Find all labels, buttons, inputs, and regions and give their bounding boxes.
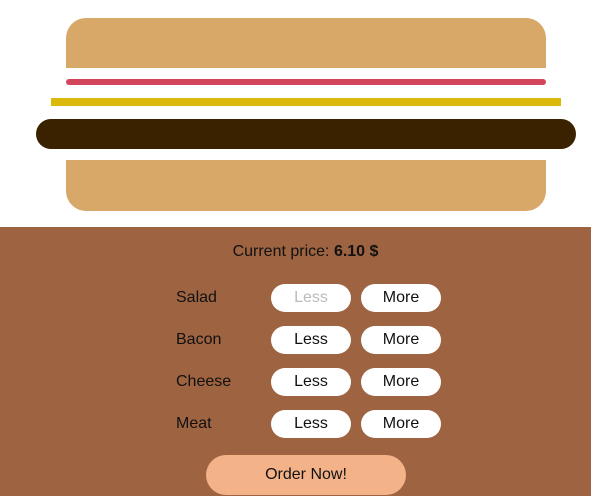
less-cheese-button[interactable]: Less bbox=[271, 368, 351, 396]
less-salad-button[interactable]: Less bbox=[271, 284, 351, 312]
ingredient-label: Meat bbox=[176, 415, 212, 432]
ingredient-row-bacon: Bacon Less More bbox=[176, 325, 456, 355]
salad-layer bbox=[66, 79, 546, 85]
more-meat-button[interactable]: More bbox=[361, 410, 441, 438]
bread-top bbox=[66, 18, 546, 68]
ingredient-label: Cheese bbox=[176, 373, 232, 390]
bread-bottom bbox=[66, 160, 546, 211]
ingredient-row-meat: Meat Less More bbox=[176, 409, 456, 439]
ingredient-label: Salad bbox=[176, 289, 217, 306]
burger-preview bbox=[0, 0, 591, 227]
ingredient-row-salad: Salad Less More bbox=[176, 283, 456, 313]
more-salad-button[interactable]: More bbox=[361, 284, 441, 312]
current-price: Current price: 6.10 $ bbox=[0, 243, 591, 261]
less-meat-button[interactable]: Less bbox=[271, 410, 351, 438]
ingredient-row-cheese: Cheese Less More bbox=[176, 367, 456, 397]
cheese-layer bbox=[51, 98, 561, 106]
order-now-button[interactable]: Order Now! bbox=[206, 455, 406, 495]
build-controls: Current price: 6.10 $ Salad Less More Ba… bbox=[0, 227, 591, 496]
more-bacon-button[interactable]: More bbox=[361, 326, 441, 354]
ingredient-label: Bacon bbox=[176, 331, 222, 348]
more-cheese-button[interactable]: More bbox=[361, 368, 441, 396]
less-bacon-button[interactable]: Less bbox=[271, 326, 351, 354]
price-prefix: Current price: bbox=[232, 243, 334, 260]
meat-layer bbox=[36, 119, 576, 149]
price-value: 6.10 $ bbox=[333, 243, 379, 260]
